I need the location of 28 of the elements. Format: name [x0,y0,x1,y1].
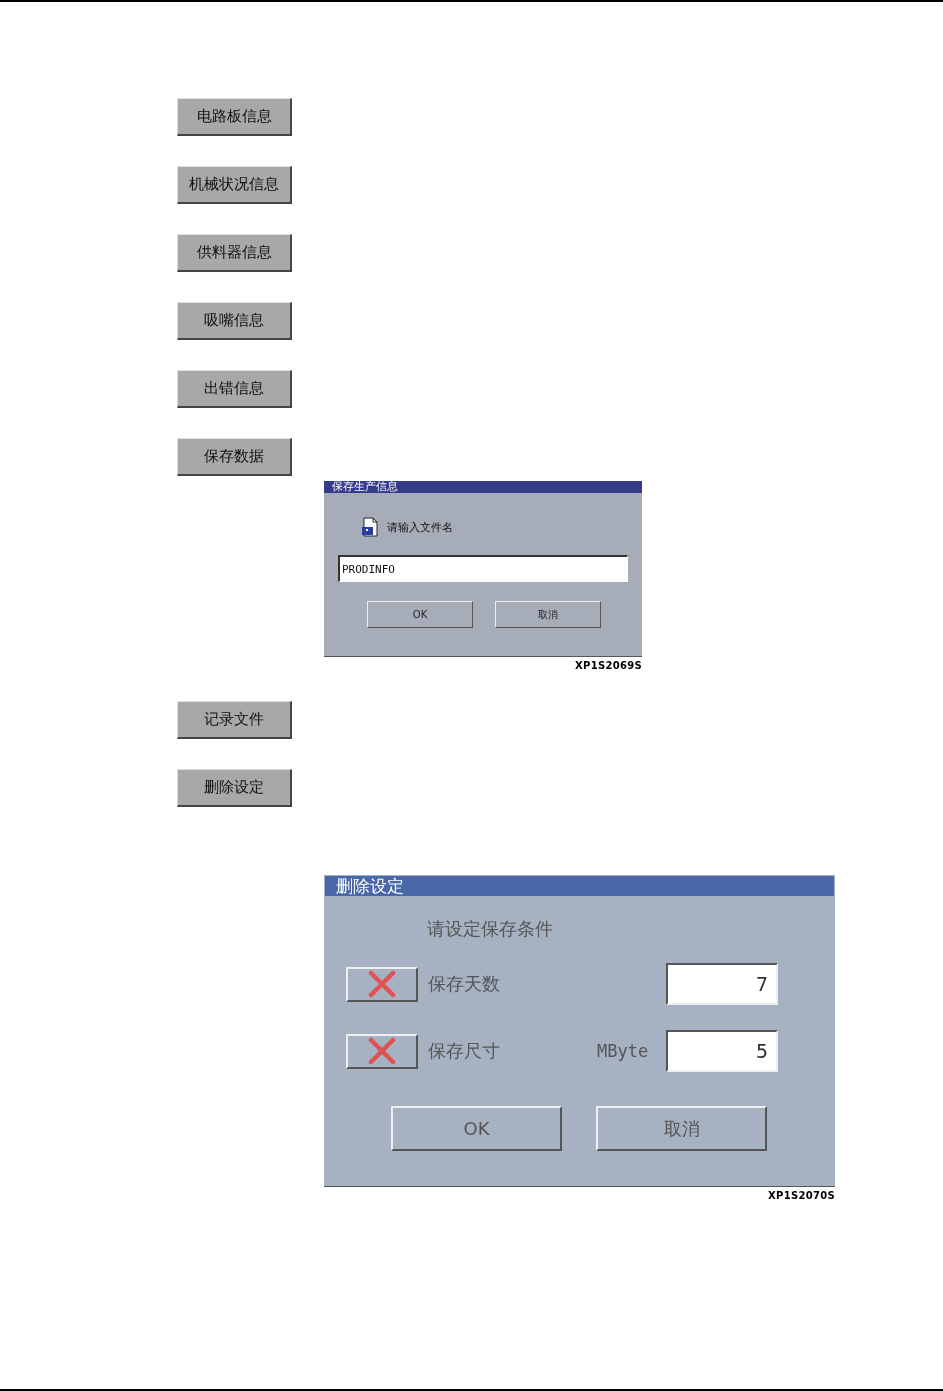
toggle-button[interactable] [346,1033,418,1069]
menu-button[interactable]: 出错信息 [177,370,292,408]
dialog-title: 删除设定 [336,876,404,896]
cancel-button[interactable]: 取消 [495,601,601,628]
figure-code: XP1S2069S [575,660,642,671]
ok-button[interactable]: OK [367,601,473,628]
setting-label: 保存尺寸 [428,1039,501,1063]
menu-button[interactable]: 删除设定 [177,769,292,807]
setting-label: 保存天数 [428,972,501,996]
number-field[interactable]: 7 [666,963,778,1005]
document-icon [361,517,379,537]
menu-button[interactable]: 保存数据 [177,438,292,476]
menu-button[interactable]: 记录文件 [177,701,292,739]
menu-button[interactable]: 吸嘴信息 [177,302,292,340]
toggle-button[interactable] [346,966,418,1002]
cross-icon [368,1037,396,1065]
menu-button[interactable]: 机械状况信息 [177,166,292,204]
number-field[interactable]: 5 [666,1030,778,1072]
figure-code: XP1S2070S [768,1190,835,1201]
dialog-title: 保存生产信息 [332,481,398,493]
prompt-text: 请设定保存条件 [427,917,554,941]
unit-label: MByte [597,1041,650,1061]
filename-field[interactable]: PRODINFO [338,555,628,582]
cross-icon [368,970,396,998]
cancel-button[interactable]: 取消 [596,1106,767,1151]
menu-button[interactable]: 供料器信息 [177,234,292,272]
prompt-text: 请输入文件名 [387,519,453,535]
menu-button[interactable]: 电路板信息 [177,98,292,136]
